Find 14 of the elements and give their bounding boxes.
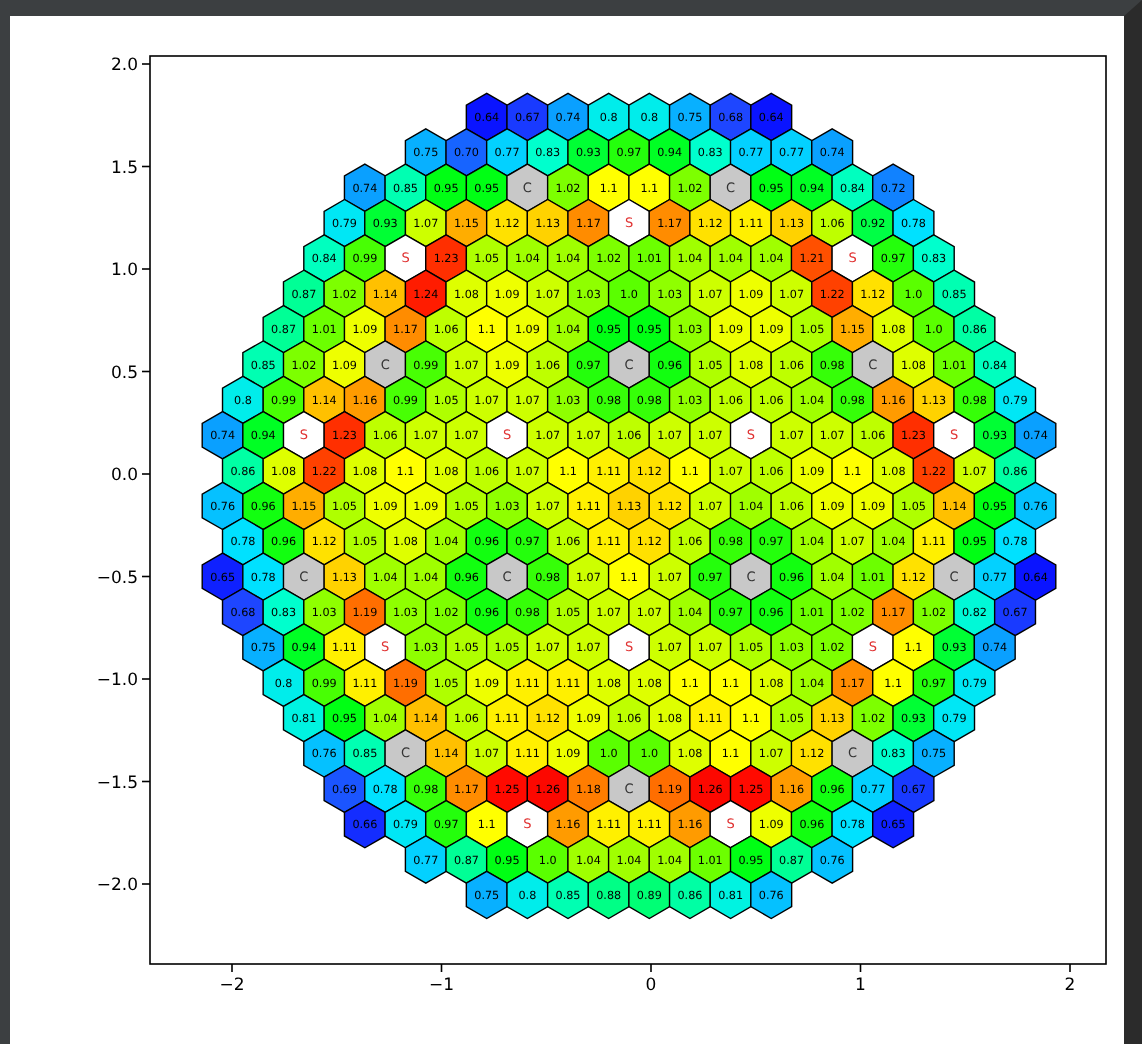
tick-label: 0.0 bbox=[110, 466, 138, 486]
tick-label: −2 bbox=[219, 976, 245, 996]
tick-label: 0 bbox=[645, 976, 657, 996]
tick-label: 1.5 bbox=[110, 158, 138, 179]
tick-label: −1.0 bbox=[96, 671, 138, 691]
tick-label: 2 bbox=[1064, 976, 1076, 996]
tick-label: −1 bbox=[428, 976, 455, 996]
tick-label: −1.5 bbox=[96, 773, 138, 794]
tick-label: −0.5 bbox=[96, 568, 138, 589]
tick-label: 1 bbox=[855, 976, 866, 996]
tick-label: 0.5 bbox=[110, 363, 138, 384]
tick-label: 1.0 bbox=[110, 261, 138, 281]
tick-label: −2.0 bbox=[96, 876, 138, 896]
tick-label: 2.0 bbox=[110, 56, 138, 76]
